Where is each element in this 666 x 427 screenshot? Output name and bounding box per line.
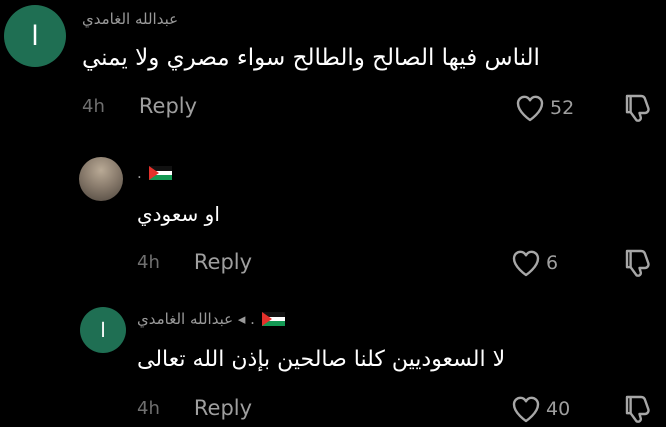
timestamp: 4h [82,95,105,117]
heart-outline-icon [516,95,544,122]
comment-meta: 4h Reply [137,396,252,420]
heart-outline-icon [512,250,540,277]
username[interactable]: . ◂ عبدالله الغامدي [137,310,255,328]
timestamp: 4h [137,251,160,273]
avatar-letter: ا [31,20,39,51]
reply-button[interactable]: Reply [139,94,197,118]
like-button[interactable]: 6 [511,249,558,277]
username[interactable]: عبدالله الغامدي [82,10,178,28]
comment-text: لا السعوديين كلنا صالحين بإذن الله تعالى [137,347,506,372]
like-button[interactable]: 40 [511,395,570,423]
like-count: 40 [546,398,571,420]
comment-text: او سعودي [137,202,220,226]
username-row: . [137,164,172,182]
avatar-letter: ا [100,319,106,342]
palestine-flag-icon [261,312,285,326]
like-button[interactable]: 52 [515,94,574,122]
avatar[interactable] [79,157,123,201]
comment-text: الناس فيها الصالح والطالح سواء مصري ولا … [82,45,540,71]
thumbs-down-icon[interactable] [622,393,654,423]
palestine-flag-icon [148,166,172,180]
avatar[interactable]: ا [80,307,126,353]
heart-outline-icon [512,396,540,423]
comment-meta: 4h Reply [137,250,252,274]
username-row: . ◂ عبدالله الغامدي [137,310,285,328]
like-count: 52 [550,97,575,119]
timestamp: 4h [137,397,160,419]
reply-button[interactable]: Reply [194,396,252,420]
comment-meta: 4h Reply [82,94,197,118]
username[interactable]: . [137,164,142,182]
thumbs-down-icon[interactable] [622,247,654,277]
avatar[interactable]: ا [4,5,66,67]
like-count: 6 [546,252,559,274]
thumbs-down-icon[interactable] [622,92,654,122]
reply-button[interactable]: Reply [194,250,252,274]
